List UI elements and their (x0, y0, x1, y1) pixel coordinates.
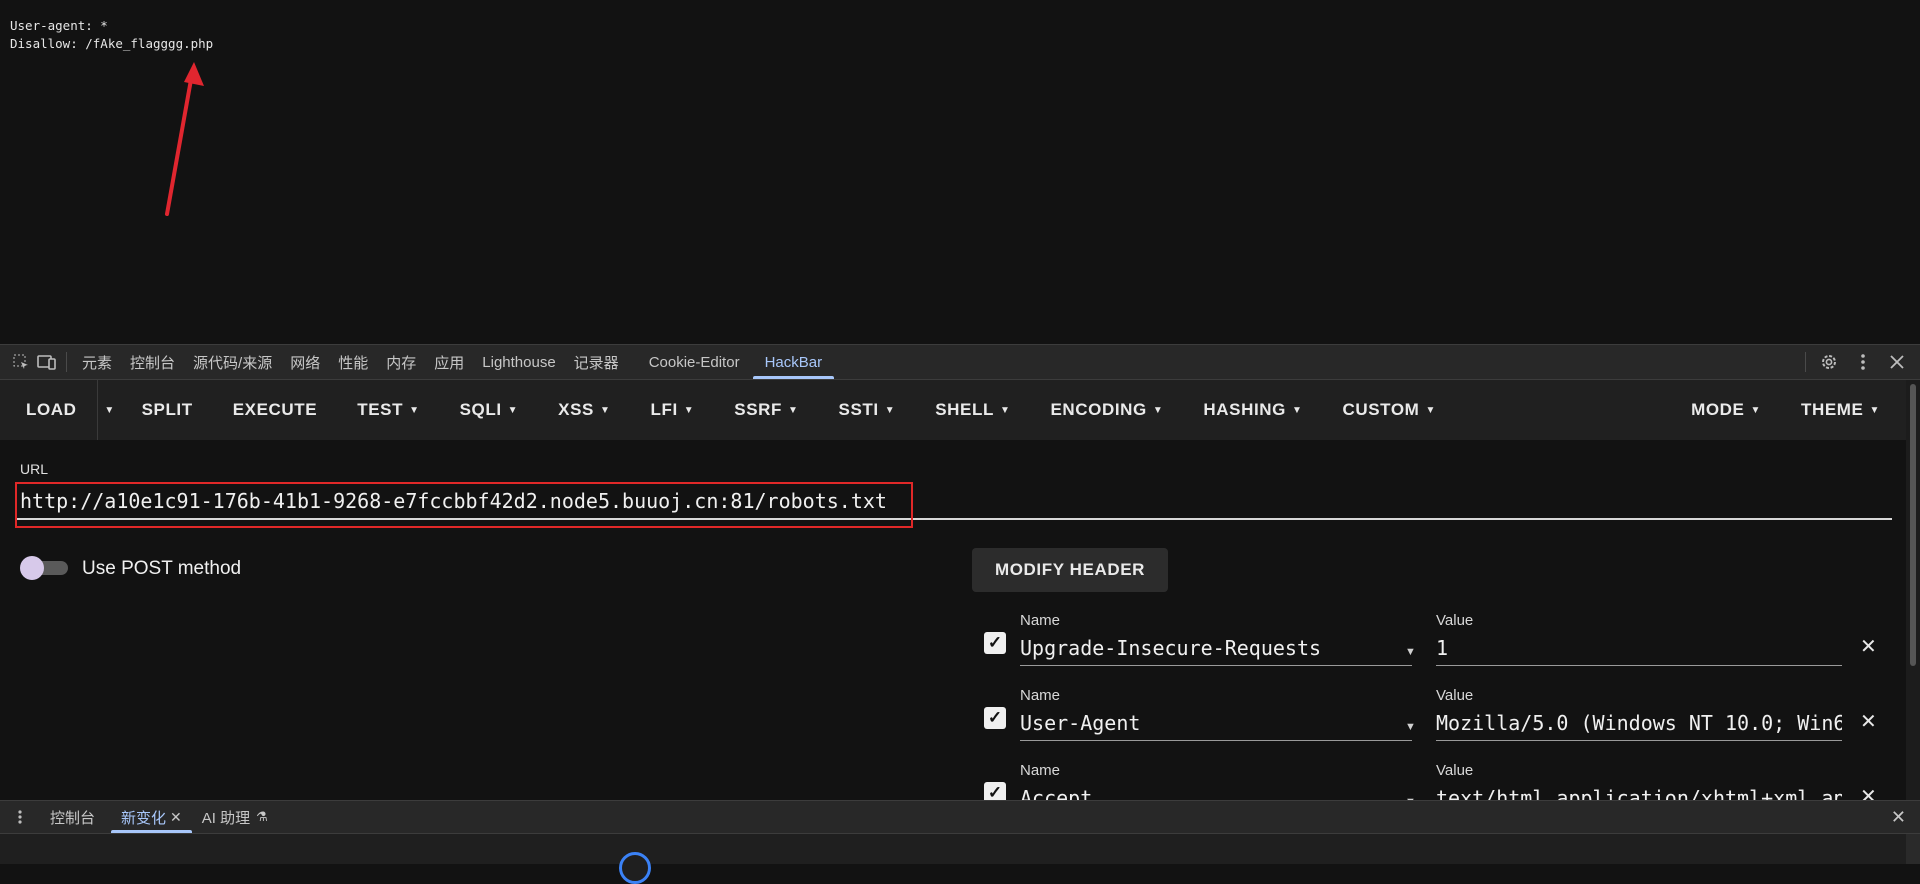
chevron-down-icon: ▼ (884, 404, 896, 416)
chevron-down-icon: ▼ (1152, 404, 1164, 416)
tab-performance[interactable]: 性能 (329, 345, 377, 379)
chevron-down-icon: ▼ (683, 404, 695, 416)
shell-menu[interactable]: SHELL ▼ (915, 380, 1030, 440)
drawer-tabbar: 控制台 新变化 ✕ AI 助理 ⚗ ✕ (0, 800, 1920, 834)
close-icon[interactable] (1884, 349, 1910, 375)
encoding-menu[interactable]: ENCODING ▼ (1030, 380, 1183, 440)
close-icon[interactable]: ✕ (1860, 634, 1877, 659)
url-label: URL (20, 461, 49, 477)
ssrf-menu[interactable]: SSRF ▼ (714, 380, 818, 440)
hashing-menu[interactable]: HASHING ▼ (1183, 380, 1322, 440)
chevron-down-icon[interactable]: ▼ (1405, 646, 1416, 658)
header-name-label: Name (1020, 687, 1061, 704)
theme-menu[interactable]: THEME ▼ (1781, 380, 1906, 440)
load-menu-caret-icon[interactable]: ▼ (96, 380, 122, 440)
chevron-down-icon[interactable]: ▼ (1405, 721, 1416, 733)
chevron-down-icon: ▼ (788, 404, 799, 416)
split-button[interactable]: SPLIT (122, 380, 213, 440)
inspect-element-icon[interactable] (8, 349, 34, 375)
custom-menu[interactable]: CUSTOM ▼ (1322, 380, 1455, 440)
page-content: User-agent: * Disallow: /fAke_flagggg.ph… (0, 0, 1920, 344)
tab-application[interactable]: 应用 (425, 345, 473, 379)
close-icon[interactable]: ✕ (170, 809, 182, 826)
tab-sources[interactable]: 源代码/来源 (184, 345, 281, 379)
header-enabled-checkbox[interactable]: ✓ (984, 782, 1006, 800)
header-name-label: Name (1020, 612, 1061, 629)
ssti-menu[interactable]: SSTI ▼ (819, 380, 916, 440)
header-name-input[interactable]: Accept (1020, 780, 1412, 800)
execute-button[interactable]: EXECUTE (213, 380, 338, 440)
header-enabled-checkbox[interactable]: ✓ (984, 707, 1006, 729)
header-value-label: Value (1436, 762, 1474, 779)
tab-cookie-editor[interactable]: Cookie-Editor (640, 345, 749, 379)
header-enabled-checkbox[interactable]: ✓ (984, 632, 1006, 654)
tab-memory[interactable]: 内存 (377, 345, 425, 379)
loading-indicator (619, 852, 651, 884)
header-value-input[interactable]: text/html,application/xhtml+xml,applicat… (1436, 780, 1842, 800)
chevron-down-icon: ▼ (999, 404, 1011, 416)
header-value-label: Value (1436, 612, 1474, 629)
header-value-label: Value (1436, 687, 1474, 704)
more-vertical-icon[interactable] (1850, 349, 1876, 375)
post-method-toggle[interactable] (20, 556, 68, 580)
chevron-down-icon: ▼ (1425, 404, 1436, 416)
devtools-tabbar: 元素 控制台 源代码/来源 网络 性能 内存 应用 Lighthouse 记录器… (0, 344, 1920, 380)
chevron-down-icon: ▼ (1750, 404, 1761, 416)
scrollbar-track[interactable] (1906, 834, 1920, 864)
tab-console[interactable]: 控制台 (121, 345, 184, 379)
scrollbar-thumb[interactable] (1910, 384, 1916, 666)
post-method-label: Use POST method (82, 558, 242, 579)
header-name-input[interactable]: Upgrade-Insecure-Requests (1020, 630, 1412, 666)
divider (66, 352, 67, 372)
drawer-tab-changes[interactable]: 新变化 ✕ (111, 801, 192, 833)
mode-menu[interactable]: MODE ▼ (1671, 380, 1781, 440)
drawer-tab-ai-assistant[interactable]: AI 助理 ⚗ (192, 801, 278, 833)
xss-menu[interactable]: XSS ▼ (538, 380, 630, 440)
chevron-down-icon: ▼ (409, 404, 420, 416)
hackbar-toolbar: LOAD ▼ SPLIT EXECUTE TEST ▼ SQLI ▼ XSS ▼ LF… (0, 380, 1906, 440)
hackbar-body: URL Use POST method MODIFY HEADER ✓ Name… (0, 440, 1906, 800)
header-row: ✓ Name Accept ▼ Value text/html,applicat… (984, 762, 1877, 800)
tab-elements[interactable]: 元素 (73, 345, 121, 379)
header-row: ✓ Name Upgrade-Insecure-Requests ▼ Value… (984, 612, 1877, 687)
chevron-down-icon: ▼ (1869, 404, 1880, 416)
divider (1805, 352, 1806, 372)
close-icon[interactable]: ✕ (1860, 784, 1877, 800)
tab-recorder[interactable]: 记录器 (565, 345, 628, 379)
tab-network[interactable]: 网络 (281, 345, 329, 379)
lfi-menu[interactable]: LFI ▼ (631, 380, 715, 440)
modify-header-button[interactable]: MODIFY HEADER (972, 548, 1168, 592)
chevron-down-icon: ▼ (600, 404, 611, 416)
device-toolbar-icon[interactable] (34, 349, 60, 375)
toggle-knob (20, 556, 44, 580)
close-icon[interactable]: ✕ (1891, 807, 1906, 828)
url-input[interactable] (16, 484, 1892, 520)
test-menu[interactable]: TEST ▼ (337, 380, 439, 440)
load-button[interactable]: LOAD (0, 380, 97, 440)
header-value-input[interactable]: 1 (1436, 630, 1842, 666)
sqli-menu[interactable]: SQLI ▼ (440, 380, 539, 440)
gear-icon[interactable] (1816, 349, 1842, 375)
drawer-tab-console[interactable]: 控制台 (40, 801, 105, 833)
annotation-arrow-icon (165, 62, 204, 216)
header-value-input[interactable]: Mozilla/5.0 (Windows NT 10.0; Win64; x64… (1436, 705, 1842, 741)
flask-icon: ⚗ (256, 809, 268, 824)
tab-hackbar[interactable]: HackBar (752, 345, 835, 379)
tab-lighthouse[interactable]: Lighthouse (473, 345, 564, 379)
close-icon[interactable]: ✕ (1860, 709, 1877, 734)
robots-line-1: User-agent: * (10, 18, 108, 33)
header-row: ✓ Name User-Agent ▼ Value Mozilla/5.0 (W… (984, 687, 1877, 762)
chevron-down-icon: ▼ (1291, 404, 1303, 416)
robots-txt: User-agent: * Disallow: /fAke_flagggg.ph… (10, 17, 213, 53)
header-name-input[interactable]: User-Agent (1020, 705, 1412, 741)
robots-line-2: Disallow: /fAke_flagggg.php (10, 36, 214, 51)
drawer-body (0, 834, 1920, 864)
more-vertical-icon[interactable] (0, 809, 40, 825)
header-name-label: Name (1020, 762, 1061, 779)
chevron-down-icon: ▼ (507, 404, 519, 416)
